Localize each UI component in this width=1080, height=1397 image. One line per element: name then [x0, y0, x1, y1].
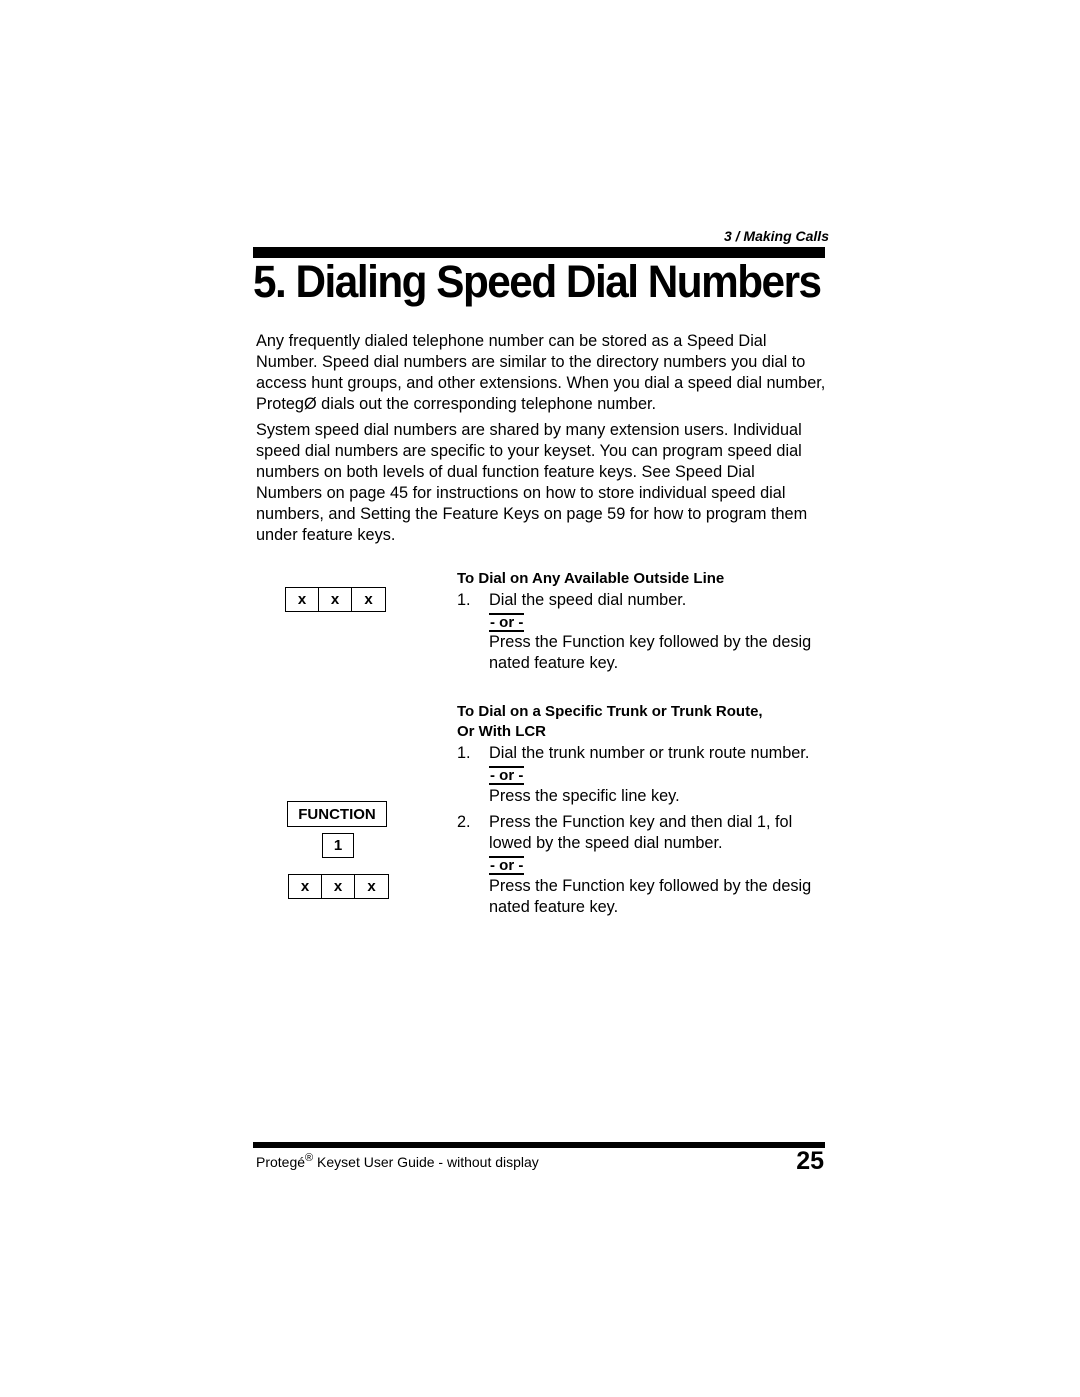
footer-rule [253, 1142, 825, 1148]
step-text: lowed by the speed dial number. [489, 834, 723, 852]
step-alt-text: Press the Function key followed by the d… [489, 633, 812, 651]
one-key-illustration: 1 [322, 833, 354, 858]
digit-keys-illustration: x x x [285, 587, 386, 612]
text-line: Numbers on page 45 for instructions on h… [256, 484, 786, 502]
digit-key: x [367, 878, 376, 895]
text-line: under feature keys. [256, 526, 396, 544]
text-line: System speed dial numbers are shared by … [256, 421, 802, 439]
step-text: Press the Function key and then dial 1, … [489, 813, 793, 831]
or-separator: - or - [489, 856, 525, 875]
step-number: 1. [457, 591, 471, 609]
procedure-heading-specific-trunk-line2: Or With LCR [457, 723, 547, 740]
text-line: numbers on both levels of dual function … [256, 463, 755, 481]
text-line: access hunt groups, and other extensions… [256, 374, 826, 392]
registered-mark: ® [305, 1152, 314, 1164]
or-separator: - or - [489, 766, 525, 785]
text-line: Number. Speed dial numbers are similar t… [256, 353, 806, 371]
guide-subtitle: Keyset User Guide - without display [313, 1154, 539, 1170]
digit-key: x [286, 588, 319, 611]
procedure-heading-outside-line: To Dial on Any Available Outside Line [457, 570, 725, 587]
guide-name: Protegé [256, 1154, 306, 1170]
section-tag: 3 / Making Calls [723, 228, 829, 244]
page-title: 5. Dialing Speed Dial Numbers [253, 256, 822, 307]
or-separator: - or - [489, 613, 525, 632]
digit-keys-illustration: x x x [288, 874, 389, 899]
digit-key: x [319, 588, 352, 611]
step-alt-text: Press the Function key followed by the d… [489, 877, 812, 895]
step-text: Dial the trunk number or trunk route num… [489, 744, 810, 762]
digit-key: x [364, 591, 373, 608]
step-alt-text: nated feature key. [489, 898, 619, 916]
intro-paragraph-1: Any frequently dialed telephone number c… [256, 331, 896, 415]
step-alt-text: Press the specific line key. [489, 787, 680, 805]
step-number: 1. [457, 744, 471, 762]
intro-paragraph-2: System speed dial numbers are shared by … [256, 420, 896, 546]
text-line: speed dial numbers are specific to your … [256, 442, 802, 460]
step-number: 2. [457, 813, 471, 831]
digit-key: x [289, 875, 322, 898]
step-text: Dial the speed dial number. [489, 591, 687, 609]
digit-key: x [322, 875, 355, 898]
procedure-heading-specific-trunk: To Dial on a Specific Trunk or Trunk Rou… [457, 703, 763, 720]
page-number: 25 [796, 1147, 824, 1175]
text-line: numbers, and Setting the Feature Keys on… [256, 505, 808, 523]
function-key-illustration: FUNCTION [287, 801, 387, 827]
footer-guide-title: Protegé® Keyset User Guide - without dis… [256, 1152, 539, 1170]
text-line: Any frequently dialed telephone number c… [256, 332, 767, 350]
text-line: ProtegØ dials out the corresponding tele… [256, 395, 657, 413]
step-alt-text: nated feature key. [489, 654, 619, 672]
